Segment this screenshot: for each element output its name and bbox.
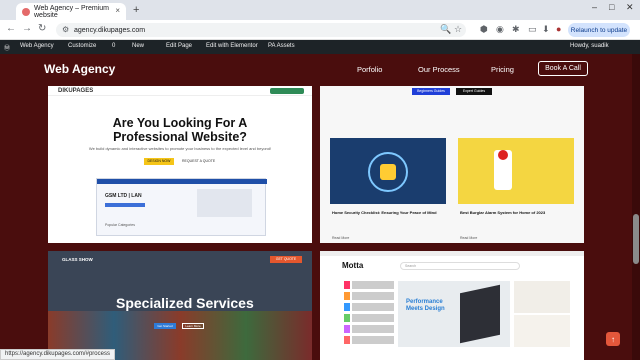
browser-tab[interactable]: Web Agency – Premium website ×	[16, 3, 126, 20]
card2-post2-title: Best Burglar Alarm System for Home of 20…	[460, 210, 546, 215]
reload-icon[interactable]: ↻	[38, 23, 46, 34]
card3-headline: Specialized Services	[116, 295, 254, 311]
puzzle-icon[interactable]: ✱	[512, 24, 520, 35]
admin-pa-assets[interactable]: PA Assets	[268, 43, 295, 49]
card3-brand: GLASS SHOW	[62, 257, 93, 262]
download-icon[interactable]: ⬇	[542, 24, 550, 35]
card3-cta: GET QUOTE	[270, 256, 302, 263]
nav-portfolio[interactable]: Porfolio	[357, 65, 382, 74]
favicon-icon	[22, 8, 30, 16]
page-scrollbar[interactable]	[632, 54, 640, 360]
sidepanel-icon[interactable]: ▭	[528, 24, 537, 35]
card2-tab-beginners: Beginners Guides	[412, 88, 450, 95]
card1-quote-button: REQUEST A QUOTE	[182, 159, 216, 163]
scrollbar-thumb[interactable]	[633, 214, 639, 264]
card1-subtext: We build dynamic and interactive website…	[88, 146, 272, 151]
card2-read-more-2: Read More	[460, 236, 478, 240]
avatar[interactable]: ●	[556, 24, 561, 34]
admin-comments-count[interactable]: 0	[112, 43, 115, 49]
card4-brand: Motta	[342, 261, 364, 270]
card1-design-button: DESIGN NOW	[144, 158, 174, 165]
portfolio-grid: DIKUPAGES Are You Looking For A Professi…	[0, 84, 632, 360]
card2-post1-title: Home Security Checklist: Ensuring Your P…	[332, 210, 437, 215]
nav-our-process[interactable]: Our Process	[418, 65, 460, 74]
site-logo[interactable]: Web Agency	[44, 62, 115, 76]
portfolio-card-motta[interactable]: Motta Search Performance Meets Design	[320, 251, 584, 360]
portfolio-card-dikupages[interactable]: DIKUPAGES Are You Looking For A Professi…	[48, 86, 312, 243]
maximize-icon[interactable]: □	[609, 2, 614, 12]
card2-image-security	[330, 138, 446, 204]
portfolio-card-logistics[interactable]: GLASS SHOW GET QUOTE Specialized Service…	[48, 251, 312, 360]
address-bar[interactable]: ⚙ agency.dikupages.com	[56, 23, 466, 37]
back-to-top-button[interactable]: ↑	[606, 332, 620, 346]
wp-admin-bar: Ⓦ Web Agency Customize 0 New Edit Page E…	[0, 40, 640, 54]
admin-new[interactable]: New	[132, 43, 144, 49]
minimize-icon[interactable]: –	[592, 2, 597, 12]
forward-icon[interactable]: →	[22, 23, 32, 34]
card4-category-list	[344, 281, 394, 357]
card4-banner: Performance Meets Design	[398, 281, 510, 347]
screenshot-icon[interactable]: ◉	[496, 24, 504, 35]
browser-toolbar: ← → ↻ ⚙ agency.dikupages.com 🔍 ☆ ⬢ ◉ ✱ ▭…	[0, 20, 640, 40]
extension-icon[interactable]: ⬢	[480, 24, 488, 35]
admin-greeting[interactable]: Howdy, suadik	[570, 43, 609, 49]
card1-header-button	[270, 88, 304, 94]
card1-mock-title: GSM LTD | LAN	[105, 193, 142, 199]
admin-edit-page[interactable]: Edit Page	[166, 43, 192, 49]
card1-headline: Are You Looking For A Professional Websi…	[112, 116, 248, 144]
card2-read-more-1: Read More	[332, 236, 350, 240]
wordpress-icon[interactable]: Ⓦ	[4, 43, 10, 52]
nav-pricing[interactable]: Pricing	[491, 65, 514, 74]
new-tab-button[interactable]: +	[133, 4, 139, 16]
url-text: agency.dikupages.com	[74, 26, 146, 34]
card4-banner-text: Performance Meets Design	[406, 299, 445, 312]
admin-customize[interactable]: Customize	[68, 43, 96, 49]
book-call-button[interactable]: Book A Call	[538, 61, 588, 76]
site-info-icon[interactable]: ⚙	[62, 25, 69, 34]
admin-edit-elementor[interactable]: Edit with Elementor	[206, 43, 258, 49]
relaunch-button[interactable]: Relaunch to update	[568, 23, 630, 37]
site-header: Web Agency Porfolio Our Process Pricing …	[0, 54, 640, 84]
tab-strip: Web Agency – Premium website × + – □ ✕	[0, 0, 640, 20]
card1-categories: Popular Categories	[105, 223, 135, 227]
admin-site-name[interactable]: Web Agency	[20, 43, 54, 49]
card3-btn2: Learn More	[182, 323, 204, 329]
card2-tab-experts: Expert Guides	[456, 88, 492, 95]
card1-brand: DIKUPAGES	[58, 88, 94, 94]
card4-search: Search	[400, 262, 520, 270]
close-tab-icon[interactable]: ×	[115, 6, 120, 15]
back-icon[interactable]: ←	[6, 23, 16, 34]
close-window-icon[interactable]: ✕	[626, 2, 634, 13]
card3-btn1: Get Started	[154, 323, 176, 329]
card1-mockup: GSM LTD | LAN Popular Categories	[96, 178, 267, 236]
bookmark-star-icon[interactable]: ☆	[454, 24, 462, 35]
tab-title: Web Agency – Premium website	[34, 4, 109, 19]
zoom-icon[interactable]: 🔍	[440, 24, 451, 35]
card2-image-alarm	[458, 138, 574, 204]
portfolio-card-security[interactable]: Beginners Guides Expert Guides Home Secu…	[320, 86, 584, 243]
status-bar-url: https://agency.dikupages.com/#process	[0, 349, 115, 360]
